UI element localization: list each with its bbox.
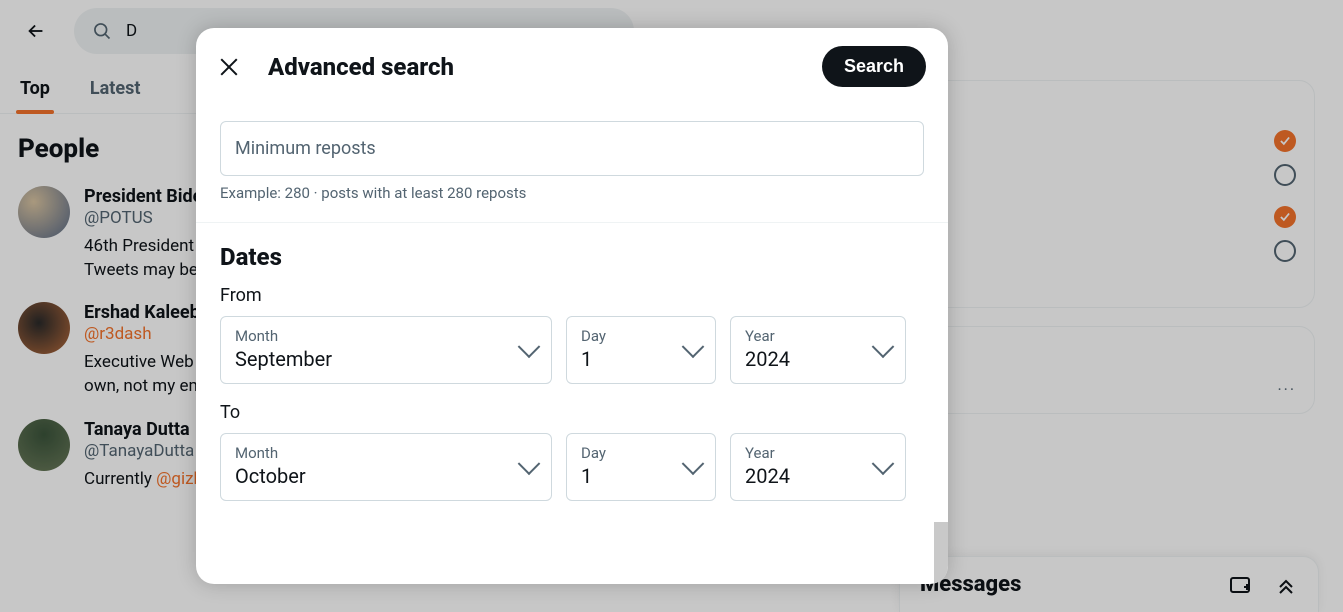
minimum-reposts-input[interactable]: Minimum reposts (220, 121, 924, 176)
field-label: Minimum reposts (235, 138, 909, 159)
to-year-select[interactable]: Year 2024 (730, 433, 906, 501)
to-label: To (220, 402, 924, 423)
from-label: From (220, 285, 924, 306)
modal-title: Advanced search (268, 53, 794, 81)
modal-scrollbar[interactable] (934, 522, 948, 584)
field-help-text: Example: 280 · posts with at least 280 r… (220, 184, 924, 202)
from-day-select[interactable]: Day 1 (566, 316, 716, 384)
close-button[interactable] (218, 56, 240, 78)
from-year-select[interactable]: Year 2024 (730, 316, 906, 384)
to-day-select[interactable]: Day 1 (566, 433, 716, 501)
to-month-select[interactable]: Month October (220, 433, 552, 501)
dates-heading: Dates (220, 243, 924, 271)
from-month-select[interactable]: Month September (220, 316, 552, 384)
search-button[interactable]: Search (822, 46, 926, 87)
advanced-search-modal: Advanced search Search Minimum reposts E… (196, 28, 948, 584)
